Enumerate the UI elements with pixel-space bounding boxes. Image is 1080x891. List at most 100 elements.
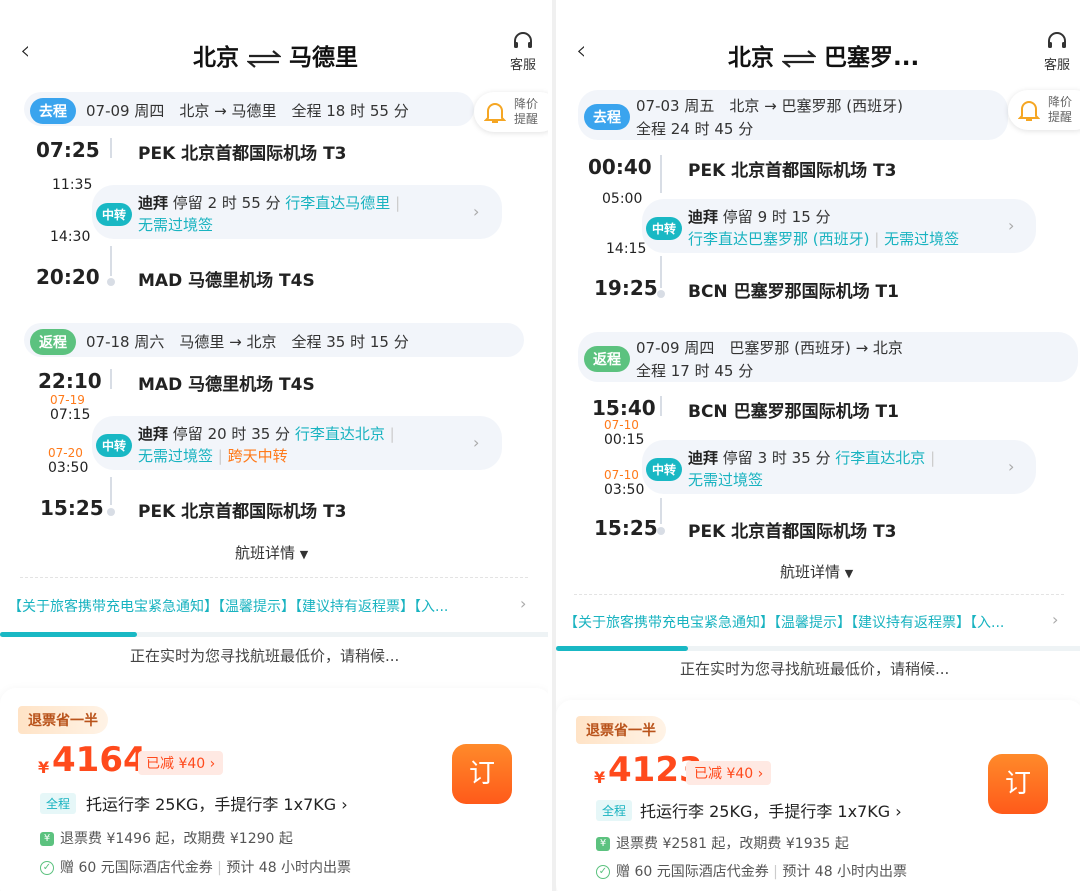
notice-banner[interactable]: 【关于旅客携带充电宝紧急通知】【温馨提示】【建议持有返程票】【入... xyxy=(8,596,448,616)
back-button[interactable]: ‹ xyxy=(576,36,586,66)
remind-line1: 降价 xyxy=(514,97,539,111)
outbound-tag: 去程 xyxy=(30,98,76,124)
transfer-departure-time: 14:30 xyxy=(50,229,91,245)
chevron-right-icon: › xyxy=(1008,216,1015,235)
currency-symbol: ¥ xyxy=(594,768,606,787)
timeline-dot xyxy=(107,508,115,516)
fee-row: ¥ 退票费 ¥2581 起，改期费 ¥1935 起 xyxy=(596,833,849,853)
gift-row: ✓ 赠 60 元国际酒店代金券 | 预计 48 小时内出票 xyxy=(40,857,351,877)
transfer-stay: 停留 2 时 55 分 xyxy=(172,194,281,212)
return-info: 07-18 周六 马德里 → 北京 全程 35 时 15 分 xyxy=(86,333,409,351)
transfer-arrival-date: 07-10 xyxy=(604,418,639,432)
destination-city: 巴塞罗... xyxy=(824,45,920,71)
timeline-dot xyxy=(657,290,665,298)
timeline-dot xyxy=(657,527,665,535)
service-label: 客服 xyxy=(510,58,537,73)
details-label: 航班详情 xyxy=(235,544,296,562)
return-arrival-time: 15:25 xyxy=(40,496,104,520)
outbound-departure-airport: PEK 北京首都国际机场 T3 xyxy=(688,161,897,181)
headset-icon xyxy=(514,32,532,48)
luggage-through: 行李直达巴塞罗那 (西班牙) xyxy=(688,230,870,248)
gift-text: 赠 60 元国际酒店代金券 xyxy=(616,864,769,880)
transfer-departure-date: 07-10 xyxy=(604,468,639,482)
transfer-arrival-date: 07-19 xyxy=(50,393,85,407)
remind-line2: 提醒 xyxy=(514,112,539,126)
return-arrival-airport: PEK 北京首都国际机场 T3 xyxy=(138,502,347,522)
origin-city: 北京 xyxy=(728,45,774,71)
bell-icon xyxy=(1018,101,1040,121)
page-title: 北京 马德里 xyxy=(193,38,358,72)
outbound-arrival-airport: MAD 马德里机场 T4S xyxy=(138,271,315,291)
headset-icon xyxy=(1048,32,1066,48)
discount-badge: 已减 ¥40 › xyxy=(686,761,772,785)
page-title: 北京 巴塞罗... xyxy=(728,38,919,72)
flight-details-link[interactable]: 航班详情 ▼ xyxy=(780,561,853,582)
timeline xyxy=(660,396,662,416)
baggage-info[interactable]: 托运行李 25KG，手提行李 1x7KG › xyxy=(86,791,348,815)
discount-text: 已减 ¥40 xyxy=(694,766,754,782)
chevron-right-icon: › xyxy=(1008,457,1015,476)
caret-down-icon: ▼ xyxy=(844,567,854,580)
book-button[interactable]: 订 xyxy=(988,754,1048,814)
swap-arrows-icon xyxy=(782,49,816,68)
remind-line1: 降价 xyxy=(1048,95,1073,109)
return-arrival-time: 15:25 xyxy=(594,516,658,540)
transfer-line1: 迪拜 停留 2 时 55 分 行李直达马德里 | xyxy=(138,194,401,212)
outbound-departure-time: 07:25 xyxy=(36,138,100,162)
outbound-tag: 去程 xyxy=(584,104,630,130)
transfer-arrival-time: 00:15 xyxy=(604,432,645,448)
back-button[interactable]: ‹ xyxy=(20,36,30,66)
transfer-city: 迪拜 xyxy=(138,425,169,443)
caret-down-icon: ▼ xyxy=(299,548,309,561)
return-tag: 返程 xyxy=(584,346,630,372)
transfer-city: 迪拜 xyxy=(138,194,169,212)
visa-free: 无需过境签 xyxy=(884,230,960,248)
return-duration: 全程 17 时 45 分 xyxy=(636,362,754,380)
timeline-dot xyxy=(107,278,115,286)
outbound-departure-airport: PEK 北京首都国际机场 T3 xyxy=(138,144,347,164)
luggage-through: 行李直达北京 xyxy=(294,425,385,443)
yen-icon: ¥ xyxy=(596,837,610,851)
destination-city: 马德里 xyxy=(289,45,358,71)
transfer-tag: 中转 xyxy=(646,458,683,481)
transfer-arrival-time: 07:15 xyxy=(50,407,91,423)
refund-badge: 退票省一半 xyxy=(18,706,108,734)
book-button[interactable]: 订 xyxy=(452,744,512,804)
transfer-line1: 迪拜 停留 9 时 15 分 xyxy=(688,206,831,227)
transfer-tag: 中转 xyxy=(646,217,683,240)
currency-symbol: ¥ xyxy=(38,758,50,777)
flight-details-link[interactable]: 航班详情 ▼ xyxy=(235,542,308,563)
transfer-departure-time: 03:50 xyxy=(604,482,645,498)
service-label: 客服 xyxy=(1044,58,1071,73)
transfer-tag: 中转 xyxy=(96,434,133,457)
transfer-city: 迪拜 xyxy=(688,449,719,467)
loading-progress-bar xyxy=(556,646,688,651)
baggage-info[interactable]: 托运行李 25KG，手提行李 1x7KG › xyxy=(640,798,902,822)
discount-badge: 已减 ¥40 › xyxy=(138,751,224,775)
bell-icon xyxy=(484,103,506,123)
timeline xyxy=(110,246,112,276)
fee-text: 退票费 ¥1496 起，改期费 ¥1290 起 xyxy=(60,831,293,847)
return-tag: 返程 xyxy=(30,329,76,355)
fee-text: 退票费 ¥2581 起，改期费 ¥1935 起 xyxy=(616,836,849,852)
customer-service-button[interactable]: 客服 xyxy=(510,32,536,73)
fee-row: ¥ 退票费 ¥1496 起，改期费 ¥1290 起 xyxy=(40,828,293,848)
baggage-text: 托运行李 25KG，手提行李 1x7KG xyxy=(640,802,891,821)
price-alert-button[interactable]: 降价 提醒 xyxy=(474,92,548,132)
loading-track xyxy=(0,632,548,637)
details-label: 航班详情 xyxy=(780,563,841,581)
itinerary-panel-barcelona: ‹ 北京 巴塞罗... 客服 去程 07-03 周五 北京 → 巴塞罗那 (西班牙… xyxy=(552,0,1080,891)
price-alert-button[interactable]: 降价 提醒 xyxy=(1008,90,1080,130)
outbound-departure-time: 00:40 xyxy=(588,155,652,179)
customer-service-button[interactable]: 客服 xyxy=(1044,32,1070,73)
cabin-tag: 全程 xyxy=(40,793,77,814)
loading-text: 正在实时为您寻找航班最低价，请稍候... xyxy=(130,647,400,665)
return-arrival-airport: PEK 北京首都国际机场 T3 xyxy=(688,522,897,542)
notice-banner[interactable]: 【关于旅客携带充电宝紧急通知】【温馨提示】【建议持有返程票】【入... xyxy=(564,612,1004,632)
outbound-arrival-time: 20:20 xyxy=(36,265,100,289)
transfer-line2: 行李直达巴塞罗那 (西班牙) | 无需过境签 xyxy=(688,230,960,248)
remind-line2: 提醒 xyxy=(1048,110,1073,124)
loading-text: 正在实时为您寻找航班最低价，请稍候... xyxy=(680,660,950,678)
itinerary-panel-madrid: ‹ 北京 马德里 客服 去程 07-09 周四 北京 → 马德里 全程 18 时 … xyxy=(0,0,548,891)
swap-arrows-icon xyxy=(247,49,281,68)
